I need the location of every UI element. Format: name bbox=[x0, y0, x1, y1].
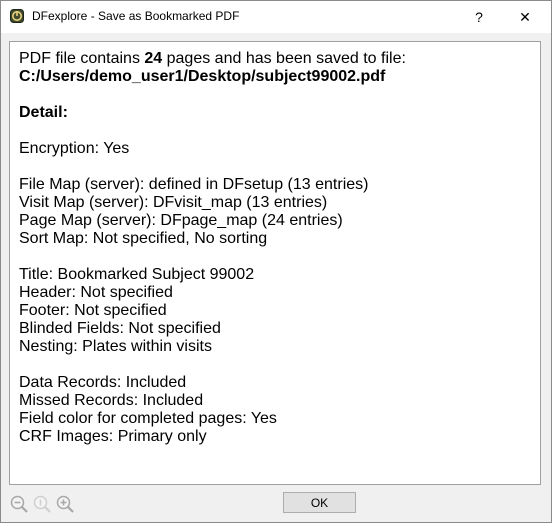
window-title: DFexplore - Save as Bookmarked PDF bbox=[32, 9, 240, 23]
dialog-window: DFexplore - Save as Bookmarked PDF ? ✕ P… bbox=[0, 0, 552, 523]
detail-heading: Detail: bbox=[19, 104, 68, 121]
intro-line: PDF file contains 24 pages and has been … bbox=[19, 50, 531, 68]
detail-line: Page Map (server): DFpage_map (24 entrie… bbox=[19, 212, 343, 229]
button-bar: OK bbox=[1, 488, 551, 522]
detail-line: Sort Map: Not specified, No sorting bbox=[19, 230, 268, 247]
help-button[interactable]: ? bbox=[457, 1, 501, 33]
close-button[interactable]: ✕ bbox=[503, 1, 547, 33]
detail-line: Field color for completed pages: Yes bbox=[19, 410, 277, 427]
message-panel: PDF file contains 24 pages and has been … bbox=[9, 41, 541, 485]
detail-line: CRF Images: Primary only bbox=[19, 428, 207, 445]
dfexplore-app-icon bbox=[10, 9, 24, 23]
detail-line: Header: Not specified bbox=[19, 284, 173, 301]
detail-line: Blinded Fields: Not specified bbox=[19, 320, 221, 337]
detail-line: Title: Bookmarked Subject 99002 bbox=[19, 266, 255, 283]
ok-button[interactable]: OK bbox=[283, 492, 356, 513]
file-path: C:/Users/demo_user1/Desktop/subject99002… bbox=[19, 68, 386, 85]
intro-suffix: pages and has been saved to file: bbox=[162, 50, 406, 67]
zoom-controls bbox=[9, 494, 75, 514]
detail-line: Encryption: Yes bbox=[19, 140, 130, 157]
zoom-reset-icon[interactable] bbox=[32, 494, 52, 514]
detail-line: Data Records: Included bbox=[19, 374, 187, 391]
zoom-in-icon[interactable] bbox=[55, 494, 75, 514]
detail-line: File Map (server): defined in DFsetup (1… bbox=[19, 176, 369, 193]
detail-line: Missed Records: Included bbox=[19, 392, 204, 409]
page-count: 24 bbox=[144, 50, 163, 67]
detail-line: Footer: Not specified bbox=[19, 302, 167, 319]
title-bar: DFexplore - Save as Bookmarked PDF ? ✕ bbox=[1, 1, 551, 33]
detail-line: Visit Map (server): DFvisit_map (13 entr… bbox=[19, 194, 328, 211]
detail-line: Nesting: Plates within visits bbox=[19, 338, 212, 355]
zoom-out-icon[interactable] bbox=[9, 494, 29, 514]
intro-prefix: PDF file contains bbox=[19, 50, 145, 67]
